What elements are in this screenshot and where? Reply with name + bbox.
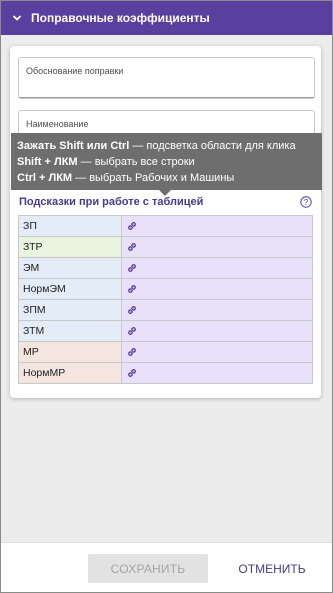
chevron-down-icon[interactable] bbox=[12, 13, 22, 23]
tooltip-keys: Зажать Shift или Ctrl bbox=[17, 140, 130, 152]
tooltip: Зажать Shift или Ctrl — подсветка област… bbox=[11, 133, 322, 196]
hints-title: Подсказки при работе с таблицей bbox=[19, 196, 204, 208]
table-row[interactable]: НормМР bbox=[18, 362, 313, 384]
link-icon[interactable] bbox=[126, 262, 138, 274]
save-button[interactable]: СОХРАНИТЬ bbox=[88, 554, 208, 583]
row-label: ЗТМ bbox=[18, 320, 122, 342]
dialog-header[interactable]: Поправочные коэффициенты bbox=[1, 1, 332, 35]
table-row[interactable]: ЭМ bbox=[18, 257, 313, 279]
tooltip-text: — подсветка области для клика bbox=[129, 140, 296, 152]
link-cell[interactable] bbox=[121, 362, 313, 384]
field-underline bbox=[19, 97, 314, 98]
svg-text:?: ? bbox=[304, 198, 309, 207]
row-label: ЭМ bbox=[18, 257, 122, 279]
link-icon[interactable] bbox=[126, 241, 138, 253]
row-label: ЗП bbox=[18, 215, 122, 237]
row-label: МР bbox=[18, 341, 122, 363]
reason-field[interactable]: Обоснование поправки bbox=[18, 57, 315, 99]
table-row[interactable]: НормЭМ bbox=[18, 278, 313, 300]
link-icon[interactable] bbox=[126, 367, 138, 379]
table-row[interactable]: ЗТМ bbox=[18, 320, 313, 342]
link-icon[interactable] bbox=[126, 283, 138, 295]
link-icon[interactable] bbox=[126, 346, 138, 358]
table-row[interactable]: ЗП bbox=[18, 215, 313, 237]
table-row[interactable]: ЗТР bbox=[18, 236, 313, 258]
link-icon[interactable] bbox=[126, 304, 138, 316]
link-icon[interactable] bbox=[126, 325, 138, 337]
dialog-footer: СОХРАНИТЬ ОТМЕНИТЬ bbox=[1, 542, 332, 592]
link-cell[interactable] bbox=[121, 278, 313, 300]
tooltip-line: Зажать Shift или Ctrl — подсветка област… bbox=[17, 138, 322, 154]
dialog-title: Поправочные коэффициенты bbox=[31, 11, 210, 25]
link-cell[interactable] bbox=[121, 236, 313, 258]
tooltip-line: Shift + ЛКМ — выбрать все строки bbox=[17, 154, 322, 170]
question-circle-icon[interactable]: ? bbox=[300, 196, 312, 208]
row-label: ЗТР bbox=[18, 236, 122, 258]
table-row[interactable]: МР bbox=[18, 341, 313, 363]
name-field-label: Наименование bbox=[26, 119, 89, 129]
tooltip-text: — выбрать все строки bbox=[77, 156, 195, 168]
row-label: ЗПМ bbox=[18, 299, 122, 321]
reason-field-label: Обоснование поправки bbox=[26, 66, 124, 76]
tooltip-text: — выбрать Рабочих и Машины bbox=[72, 172, 235, 184]
link-cell[interactable] bbox=[121, 320, 313, 342]
coefficients-table: ЗП ЗТР ЭМ НормЭМ ЗПМ ЗТМ МР НормМР bbox=[18, 215, 313, 384]
link-icon[interactable] bbox=[126, 220, 138, 232]
link-cell[interactable] bbox=[121, 257, 313, 279]
row-label: НормЭМ bbox=[18, 278, 122, 300]
table-row[interactable]: ЗПМ bbox=[18, 299, 313, 321]
tooltip-keys: Shift + ЛКМ bbox=[17, 156, 78, 168]
dialog-window: Поправочные коэффициенты Обоснование поп… bbox=[0, 0, 333, 593]
tooltip-line: Ctrl + ЛКМ — выбрать Рабочих и Машины bbox=[17, 170, 322, 186]
link-cell[interactable] bbox=[121, 341, 313, 363]
link-cell[interactable] bbox=[121, 299, 313, 321]
cancel-button[interactable]: ОТМЕНИТЬ bbox=[229, 554, 315, 583]
row-label: НормМР bbox=[18, 362, 122, 384]
tooltip-keys: Ctrl + ЛКМ bbox=[17, 172, 73, 184]
link-cell[interactable] bbox=[121, 215, 313, 237]
